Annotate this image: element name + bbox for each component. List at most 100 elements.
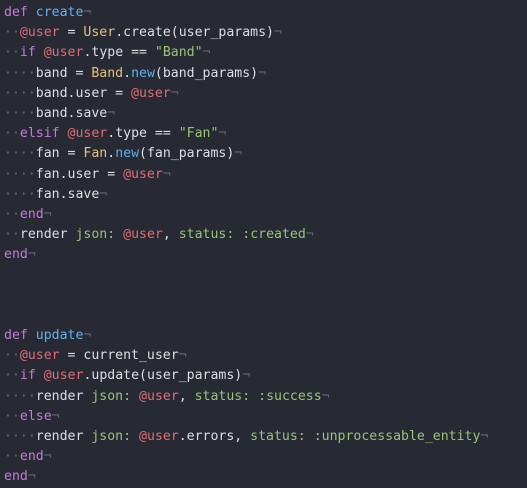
code-token: User: [83, 25, 116, 41]
code-line[interactable]: ····render json: @user.errors, status: :…: [4, 427, 527, 447]
code-line[interactable]: ··@user = current_user¬: [4, 346, 527, 366]
code-line[interactable]: ··if @user.type == "Band"¬: [4, 43, 527, 63]
code-token: ,: [162, 227, 179, 243]
code-area[interactable]: def create¬ ··@user = User.create(user_pa…: [0, 3, 527, 488]
whitespace-marker: ··: [4, 206, 20, 222]
code-token: status:: [250, 428, 306, 444]
code-token: .update(user_params): [83, 368, 243, 384]
code-line[interactable]: [4, 265, 527, 285]
code-line[interactable]: [4, 306, 527, 326]
code-line[interactable]: [4, 286, 527, 306]
end-of-line-marker: ¬: [305, 227, 314, 243]
whitespace-marker: ····: [4, 166, 36, 182]
code-token: band.user =: [35, 85, 132, 101]
code-token: @user: [67, 126, 108, 142]
code-line[interactable]: ····fan.user = @user¬: [4, 165, 527, 185]
whitespace-marker: ··: [4, 348, 20, 364]
whitespace-marker: ····: [4, 65, 36, 81]
code-line[interactable]: ··@user = User.create(user_params)¬: [4, 23, 527, 43]
end-of-line-marker: ¬: [258, 65, 267, 81]
end-of-line-marker: ¬: [218, 126, 227, 142]
end-of-line-marker: ¬: [27, 469, 36, 485]
code-token: create: [35, 5, 84, 20]
code-token: if: [19, 45, 36, 61]
code-line[interactable]: ····fan.save¬: [4, 185, 527, 205]
code-line[interactable]: ··end¬: [4, 447, 527, 467]
end-of-line-marker: ¬: [83, 328, 92, 343]
code-line[interactable]: end¬: [4, 467, 527, 487]
code-line[interactable]: ····band = Band.new(band_params)¬: [4, 64, 527, 84]
end-of-line-marker: ¬: [51, 408, 60, 424]
code-token: .: [107, 146, 116, 162]
code-token: new: [131, 65, 155, 81]
code-token: (band_params): [154, 65, 259, 81]
code-token: fan =: [35, 146, 84, 162]
end-of-line-marker: ¬: [234, 146, 243, 162]
end-of-line-marker: ¬: [99, 186, 108, 202]
code-token: @user: [43, 45, 84, 61]
code-token: fan.user =: [35, 166, 124, 182]
code-token: band.save: [35, 105, 108, 121]
code-token: :unprocessable_entity: [313, 428, 481, 444]
code-token: @user: [131, 85, 171, 101]
code-line[interactable]: ··render json: @user, status: :created¬: [4, 225, 527, 245]
end-of-line-marker: ¬: [27, 247, 36, 263]
whitespace-marker: ····: [4, 146, 36, 162]
code-line[interactable]: ····fan = Fan.new(fan_params)¬: [4, 144, 527, 164]
code-token: @user: [43, 368, 84, 384]
code-token: end: [4, 247, 28, 263]
code-token: json:: [75, 227, 116, 243]
code-token: render: [35, 388, 92, 404]
code-editor[interactable]: def create¬ ··@user = User.create(user_pa…: [0, 0, 527, 486]
code-token: .: [123, 65, 132, 81]
code-token: ,: [178, 388, 195, 404]
code-token: def: [4, 5, 28, 20]
code-line[interactable]: ··end¬: [4, 205, 527, 225]
code-line[interactable]: def update¬: [4, 326, 527, 346]
code-token: .type ==: [107, 126, 179, 142]
code-token: else: [19, 408, 52, 424]
code-token: .type ==: [83, 45, 155, 61]
code-token: fan.save: [35, 186, 100, 202]
code-token: band =: [35, 65, 92, 81]
code-token: "Band": [154, 45, 203, 61]
code-token: =: [59, 25, 84, 41]
code-line[interactable]: ··elsif @user.type == "Fan"¬: [4, 124, 527, 144]
code-line[interactable]: ····band.user = @user¬: [4, 84, 527, 104]
whitespace-marker: ····: [4, 428, 36, 444]
end-of-line-marker: ¬: [321, 388, 330, 404]
end-of-line-marker: ¬: [170, 85, 179, 101]
code-token: @user: [139, 388, 179, 404]
whitespace-marker: ··: [4, 449, 20, 465]
end-of-line-marker: ¬: [273, 25, 282, 41]
code-line[interactable]: ··if @user.update(user_params)¬: [4, 366, 527, 386]
whitespace-marker: ··: [4, 368, 20, 384]
code-token: :success: [258, 388, 322, 404]
code-token: .create(user_params): [115, 25, 274, 41]
code-token: @user: [123, 166, 163, 182]
code-token: elsif: [19, 126, 60, 142]
code-line[interactable]: end¬: [4, 245, 527, 265]
code-token: render: [35, 428, 92, 444]
code-token: :created: [242, 227, 306, 243]
code-token: @user: [19, 25, 60, 41]
code-token: status:: [194, 388, 251, 404]
whitespace-marker: ··: [4, 45, 20, 61]
code-token: def: [4, 328, 28, 343]
code-line[interactable]: def create¬: [4, 3, 527, 23]
code-token: render: [19, 227, 76, 243]
code-token: status:: [178, 227, 235, 243]
end-of-line-marker: ¬: [480, 428, 489, 444]
code-line[interactable]: ····band.save¬: [4, 104, 527, 124]
code-line[interactable]: ··else¬: [4, 407, 527, 427]
code-token: @user: [19, 348, 60, 364]
code-line[interactable]: ····render json: @user, status: :success…: [4, 387, 527, 407]
whitespace-marker: ····: [4, 105, 36, 121]
